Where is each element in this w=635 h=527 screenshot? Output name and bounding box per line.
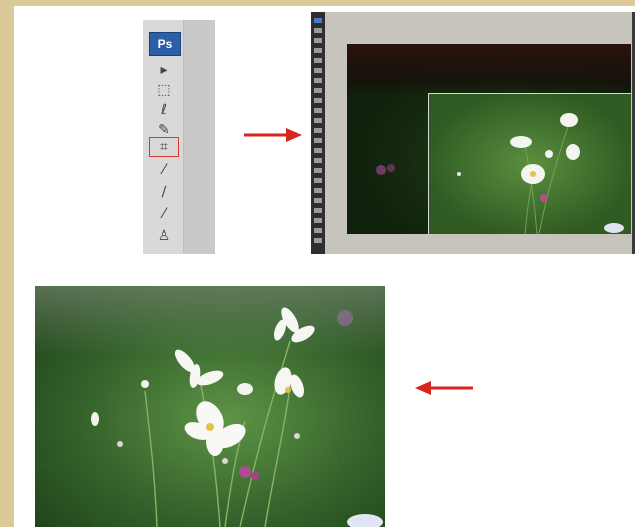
move-tool-icon[interactable]: ▸ <box>153 60 175 80</box>
workspace-toolbar <box>311 12 325 254</box>
clone-stamp-tool-icon[interactable]: ♙ <box>153 226 175 246</box>
canvas-flowers <box>457 113 624 234</box>
arrow-right-icon <box>244 128 302 142</box>
ps-logo: Ps <box>149 32 181 56</box>
brush-tool-icon[interactable]: ⁄ <box>153 204 175 224</box>
arrow-left-icon <box>415 381 473 395</box>
result-flowers <box>35 307 383 527</box>
marquee-tool-icon[interactable]: ⬚ <box>153 80 175 100</box>
crop-selection[interactable] <box>428 93 631 234</box>
cropped-result-photo <box>35 286 385 527</box>
eyedropper-tool-icon[interactable]: ⁄ <box>153 160 175 180</box>
lasso-tool-icon[interactable]: ℓ <box>153 100 175 120</box>
healing-brush-tool-icon[interactable]: ∕ <box>153 182 175 202</box>
workspace-canvas[interactable] <box>347 44 631 234</box>
crop-tool-icon[interactable]: ⌗ <box>153 137 175 157</box>
photoshop-workspace <box>311 12 635 254</box>
purple-flower-shaded <box>376 164 395 175</box>
photoshop-toolbox: Ps ▸ ⬚ ℓ ✎ ⌗ ⁄ ∕ ⁄ ♙ <box>143 20 215 254</box>
